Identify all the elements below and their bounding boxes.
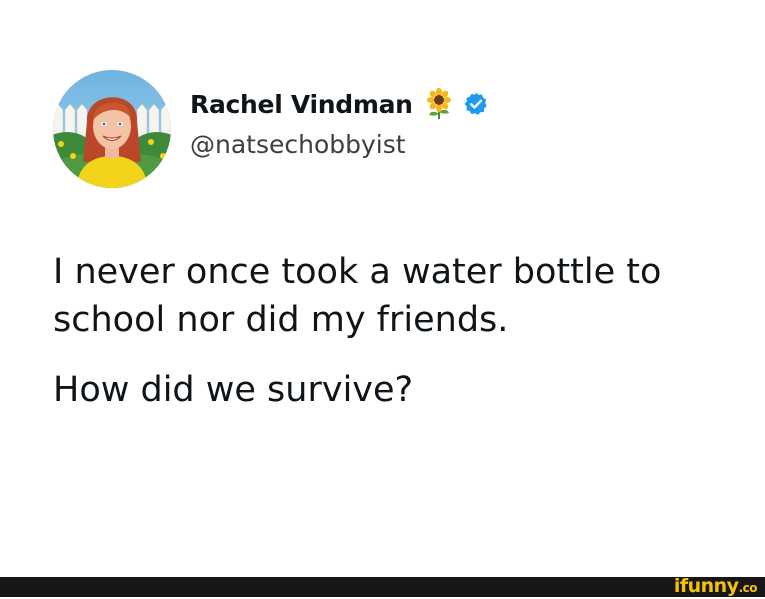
author-handle[interactable]: @natsechobbyist — [190, 130, 406, 159]
tweet-text-paragraph: How did we survive? — [53, 370, 414, 410]
watermark-suffix: .co — [738, 581, 758, 595]
tweet-text-paragraph: I never once took a water bottle to scho… — [53, 252, 662, 340]
watermark-brand: ifunny — [673, 575, 739, 597]
verified-badge-icon[interactable] — [463, 91, 489, 117]
tweet-body: I never once took a water bottle to scho… — [53, 248, 733, 414]
tweet-card: Rachel Vindman @natsechobbyist I never o… — [0, 0, 765, 577]
author-name-row: Rachel Vindman — [190, 86, 489, 122]
watermark-bar: ifunny.co — [0, 575, 765, 599]
ifunny-watermark: ifunny.co — [673, 575, 758, 599]
sunflower-icon — [425, 88, 453, 120]
author-display-name[interactable]: Rachel Vindman — [190, 90, 413, 119]
avatar-portrait-icon — [53, 70, 171, 188]
avatar[interactable] — [53, 70, 171, 188]
